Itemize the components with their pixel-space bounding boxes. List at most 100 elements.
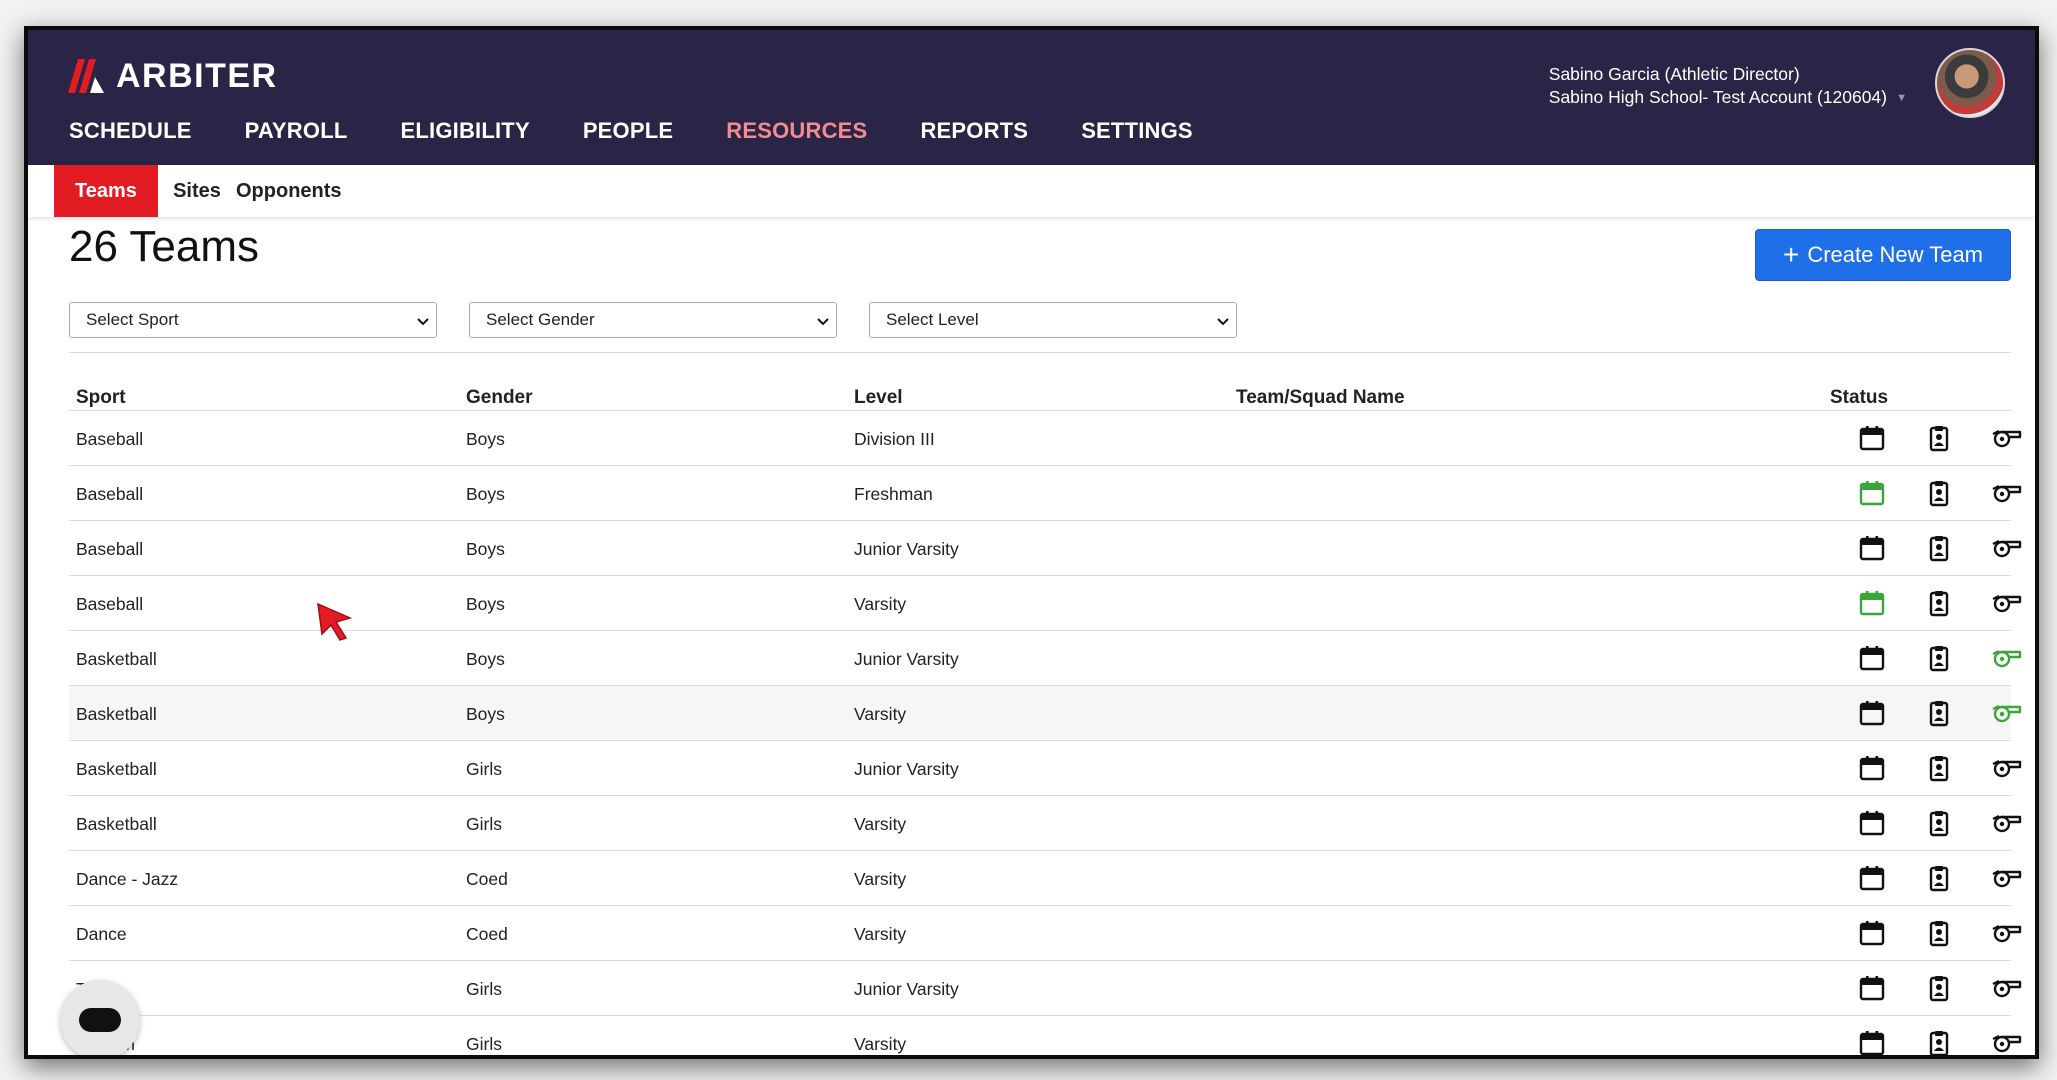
clipboard-icon[interactable] <box>1924 809 1954 837</box>
arbiter-logo-mark <box>68 59 104 93</box>
clipboard-icon[interactable] <box>1924 424 1954 452</box>
table-row[interactable]: Baseball Boys Varsity <box>69 575 2022 629</box>
whistle-icon[interactable] <box>1990 754 2024 782</box>
user-menu[interactable]: Sabino Garcia (Athletic Director) Sabino… <box>1549 63 1887 109</box>
chat-button[interactable] <box>60 980 140 1055</box>
calendar-icon[interactable] <box>1857 1029 1887 1055</box>
nav-people[interactable]: PEOPLE <box>583 118 673 144</box>
calendar-icon[interactable] <box>1857 424 1887 452</box>
whistle-icon[interactable] <box>1990 1029 2024 1055</box>
cell-gender: Girls <box>466 1034 502 1054</box>
calendar-icon[interactable] <box>1857 974 1887 1002</box>
nav-settings[interactable]: SETTINGS <box>1081 118 1193 144</box>
table-row[interactable]: Baseball Boys Junior Varsity <box>69 520 2022 574</box>
calendar-icon[interactable] <box>1857 644 1887 672</box>
clipboard-icon[interactable] <box>1924 1029 1954 1055</box>
calendar-icon[interactable] <box>1857 919 1887 947</box>
header-level[interactable]: Level <box>854 387 903 409</box>
cell-sport: Basketball <box>76 759 157 779</box>
table-row[interactable]: Dance - Jazz Coed Varsity <box>69 850 2022 904</box>
chevron-down-icon[interactable]: ▼ <box>1896 92 1907 104</box>
level-select[interactable]: Select Level <box>869 302 1237 338</box>
cell-gender: Boys <box>466 539 505 559</box>
table-row[interactable]: TeamGirlsJunior Varsity <box>69 960 2022 1014</box>
cell-sport: Basketball <box>76 704 157 724</box>
whistle-icon[interactable] <box>1990 644 2024 672</box>
table-row[interactable]: Basketball Girls Varsity <box>69 795 2022 849</box>
gender-select[interactable]: Select Gender <box>469 302 837 338</box>
arbiter-logo[interactable]: ARBITER <box>68 57 278 95</box>
table-row[interactable]: Basketball Boys Varsity <box>69 685 2022 739</box>
cell-sport: Baseball <box>76 429 144 449</box>
whistle-icon[interactable] <box>1990 699 2024 727</box>
cell-gender: Boys <box>466 594 505 614</box>
clipboard-icon[interactable] <box>1924 644 1954 672</box>
whistle-icon[interactable] <box>1990 974 2024 1002</box>
cell-sport: Dance <box>76 924 127 944</box>
cell-level: Junior Varsity <box>854 649 959 669</box>
nav-eligibility[interactable]: ELIGIBILITY <box>401 118 530 144</box>
clipboard-icon[interactable] <box>1924 754 1954 782</box>
page-title: 26 Teams <box>69 222 259 271</box>
cell-level: Varsity <box>854 924 907 944</box>
clipboard-icon[interactable] <box>1924 534 1954 562</box>
calendar-icon[interactable] <box>1857 699 1887 727</box>
whistle-icon[interactable] <box>1990 424 2024 452</box>
clipboard-icon[interactable] <box>1924 699 1954 727</box>
clipboard-icon[interactable] <box>1924 589 1954 617</box>
cell-gender: Boys <box>466 484 505 504</box>
cell-gender: Coed <box>466 869 508 889</box>
header-gender[interactable]: Gender <box>466 387 533 409</box>
table-row[interactable]: Dance Coed Varsity <box>69 905 2022 959</box>
nav-reports[interactable]: REPORTS <box>920 118 1028 144</box>
table-row[interactable]: Baseball Boys Division III <box>69 410 2022 464</box>
table-row[interactable]: Basketball Boys Junior Varsity <box>69 630 2022 684</box>
table-row[interactable]: ill TeamGirlsVarsity <box>69 1015 2022 1055</box>
tab-opponents[interactable]: Opponents <box>236 165 342 217</box>
calendar-icon[interactable] <box>1857 809 1887 837</box>
gender-select-value: Select Gender <box>486 310 595 329</box>
cell-gender: Boys <box>466 429 505 449</box>
cell-level: Varsity <box>854 1034 907 1054</box>
whistle-icon[interactable] <box>1990 809 2024 837</box>
whistle-icon[interactable] <box>1990 479 2024 507</box>
cell-gender: Girls <box>466 814 502 834</box>
create-button-label: Create New Team <box>1807 242 1984 267</box>
table-row[interactable]: Baseball Boys Freshman <box>69 465 2022 519</box>
cell-level: Varsity <box>854 594 907 614</box>
cell-sport: Dance - Jazz <box>76 869 179 889</box>
cursor-arrow-icon <box>317 602 353 641</box>
tab-sites[interactable]: Sites <box>172 165 222 217</box>
header-team-name[interactable]: Team/Squad Name <box>1236 387 1405 409</box>
avatar[interactable] <box>1935 48 2005 118</box>
calendar-icon[interactable] <box>1857 864 1887 892</box>
cell-level: Varsity <box>854 814 907 834</box>
clipboard-icon[interactable] <box>1924 974 1954 1002</box>
level-select-value: Select Level <box>886 310 979 329</box>
clipboard-icon[interactable] <box>1924 919 1954 947</box>
cell-level: Freshman <box>854 484 933 504</box>
clipboard-icon[interactable] <box>1924 479 1954 507</box>
nav-payroll[interactable]: PAYROLL <box>245 118 348 144</box>
whistle-icon[interactable] <box>1990 864 2024 892</box>
whistle-icon[interactable] <box>1990 919 2024 947</box>
calendar-icon[interactable] <box>1857 754 1887 782</box>
tab-teams[interactable]: Teams <box>54 165 158 217</box>
whistle-icon[interactable] <box>1990 534 2024 562</box>
whistle-icon[interactable] <box>1990 589 2024 617</box>
calendar-icon[interactable] <box>1857 534 1887 562</box>
clipboard-icon[interactable] <box>1924 864 1954 892</box>
nav-schedule[interactable]: SCHEDULE <box>69 118 192 144</box>
top-header: ARBITER SCHEDULE PAYROLL ELIGIBILITY PEOPLE… <box>28 30 2035 165</box>
nav-resources[interactable]: RESOURCES <box>726 118 867 144</box>
plus-icon: + <box>1782 239 1800 270</box>
table-row[interactable]: Basketball Girls Junior Varsity <box>69 740 2022 794</box>
calendar-icon[interactable] <box>1857 479 1887 507</box>
calendar-icon[interactable] <box>1857 589 1887 617</box>
sub-nav: Teams Sites Opponents <box>28 165 2035 217</box>
header-sport[interactable]: Sport <box>76 387 126 409</box>
sport-select[interactable]: Select Sport <box>69 302 437 338</box>
cell-gender: Boys <box>466 704 505 724</box>
cell-level: Varsity <box>854 869 907 889</box>
create-new-team-button[interactable]: + Create New Team <box>1755 229 2011 281</box>
